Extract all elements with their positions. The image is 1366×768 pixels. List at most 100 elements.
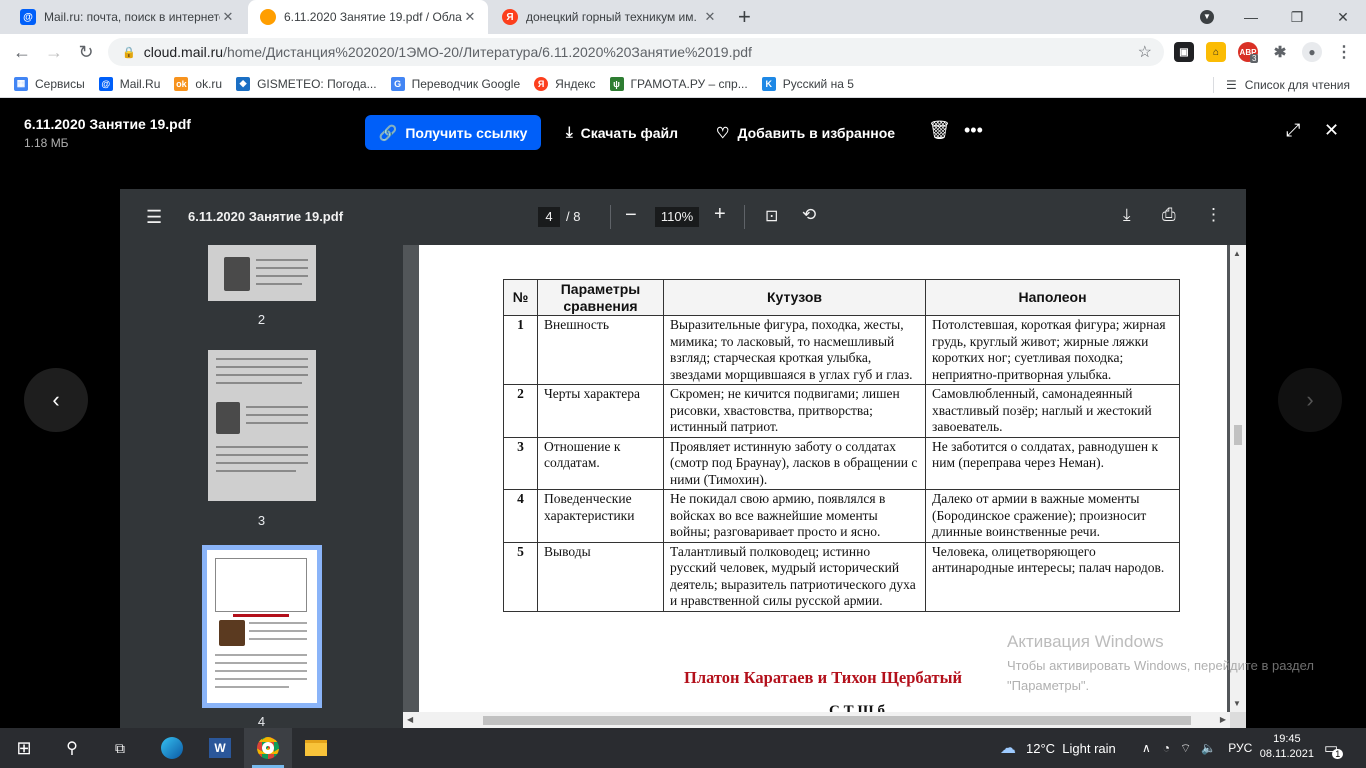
bookmark-gismeteo[interactable]: ◆ GISMETEO: Погода... — [236, 76, 377, 91]
link-icon: 🔗 — [378, 124, 398, 142]
delete-button[interactable]: 🗑 — [928, 120, 951, 141]
zoom-input[interactable]: 110% — [655, 207, 699, 227]
search-button[interactable]: ⚲ — [48, 728, 96, 768]
task-view-button[interactable]: ⧉ — [96, 728, 144, 768]
wifi-icon[interactable]: ⌔ — [1180, 741, 1191, 756]
text-line — [216, 358, 308, 360]
bookmark-okru[interactable]: ok ok.ru — [174, 76, 222, 91]
lock-icon: 🔒 — [122, 46, 136, 59]
bookmark-gramota[interactable]: ψ ГРАМОТА.РУ – спр... — [609, 76, 748, 91]
get-link-label: Получить ссылку — [405, 124, 528, 141]
extension-home-icon[interactable]: ⌂ — [1206, 42, 1226, 62]
close-icon[interactable]: ✕ — [462, 9, 478, 25]
napoleon-cell: Далеко от армии в важные моменты (Бороди… — [925, 489, 1180, 543]
download-file-button[interactable]: ⤓ Скачать файл — [566, 124, 678, 141]
restore-button[interactable]: ❐ — [1274, 0, 1320, 34]
zoom-out-button[interactable]: − — [625, 204, 637, 227]
bookmark-services[interactable]: ▦ Сервисы — [14, 76, 85, 91]
next-file-button[interactable]: › — [1278, 368, 1342, 432]
tab-yandex[interactable]: Я донецкий горный техникум им. ✕ — [490, 0, 728, 34]
bookmark-russian5[interactable]: K Русский на 5 — [761, 76, 854, 91]
more-options-button[interactable]: ••• — [964, 120, 983, 141]
text-line — [249, 638, 307, 640]
task-view-icon: ⧉ — [115, 739, 125, 756]
bookmarks-bar: ▦ Сервисы @ Mail.Ru ok ok.ru ◆ GISMETEO: Пог… — [0, 70, 1366, 98]
fullscreen-button[interactable]: ⤢ — [1286, 120, 1300, 141]
scroll-down-icon[interactable]: ▼ — [1233, 699, 1241, 708]
bookmark-star-icon[interactable]: ☆ — [1138, 42, 1152, 62]
back-button[interactable]: ← — [10, 40, 34, 64]
search-icon: ⚲ — [66, 740, 78, 757]
close-icon[interactable]: ✕ — [702, 9, 718, 25]
tab-mailru[interactable]: @ Mail.ru: почта, поиск в интернете ✕ — [8, 0, 246, 34]
zoom-in-button[interactable]: + — [714, 203, 726, 226]
taskbar-edge[interactable] — [148, 728, 196, 768]
close-viewer-button[interactable]: ✕ — [1324, 120, 1339, 141]
new-tab-button[interactable]: + — [738, 4, 751, 30]
bookmark-yandex[interactable]: Я Яндекс — [534, 76, 596, 91]
language-indicator[interactable]: РУС — [1228, 741, 1252, 755]
portrait-image — [224, 257, 250, 291]
horizontal-scrollbar[interactable]: ◀ ▶ — [403, 712, 1230, 728]
bookmark-label: Переводчик Google — [411, 76, 521, 91]
network-icon[interactable]: ◔ — [1163, 741, 1170, 755]
get-link-button[interactable]: 🔗 Получить ссылку — [365, 115, 541, 150]
close-icon[interactable]: ✕ — [220, 9, 236, 25]
kutuzov-cell: Выразительные фигура, походка, жесты, ми… — [663, 315, 926, 385]
menu-icon[interactable]: ☰ — [146, 207, 162, 228]
text-line — [216, 470, 296, 472]
start-button[interactable]: ⊞ — [0, 728, 48, 768]
thumbnail-page-3[interactable] — [208, 350, 316, 501]
page-number-input[interactable]: 4 — [538, 207, 560, 227]
tray-icons: ∧ ◔ ⌔ 🔈 РУС — [1142, 728, 1252, 768]
fit-page-icon[interactable]: ⊡ — [765, 206, 778, 226]
scroll-up-icon[interactable]: ▲ — [1233, 249, 1241, 258]
table-row: 1 Внешность Выразительные фигура, походк… — [503, 315, 1180, 385]
table-row: 5 Выводы Талантливый полководец; истинно… — [503, 541, 1180, 612]
bookmark-mailru[interactable]: @ Mail.Ru — [98, 76, 160, 91]
taskbar-word[interactable]: W — [196, 728, 244, 768]
thumbnail-page-4[interactable] — [202, 545, 322, 708]
tab-search-button[interactable]: ▼ — [1184, 0, 1230, 34]
print-icon[interactable]: ⎙ — [1162, 205, 1176, 225]
heart-icon: ♡ — [716, 125, 730, 142]
close-window-button[interactable]: ✕ — [1320, 0, 1366, 34]
minimize-button[interactable]: — — [1228, 0, 1274, 34]
chevron-up-icon[interactable]: ∧ — [1142, 741, 1151, 755]
favorite-label: Добавить в избранное — [737, 125, 896, 141]
thumbnail-page-2[interactable] — [208, 245, 316, 301]
text-line — [216, 382, 302, 384]
pdf-download-icon[interactable]: ⤓ — [1123, 205, 1131, 225]
system-clock[interactable]: 19:45 08.11.2021 — [1260, 732, 1314, 762]
file-info: 6.11.2020 Занятие 19.pdf 1.18 МБ — [24, 116, 191, 150]
taskbar-explorer[interactable] — [292, 728, 340, 768]
taskbar-chrome[interactable] — [244, 728, 292, 768]
tab-cloud-pdf[interactable]: 6.11.2020 Занятие 19.pdf / Облако ✕ — [248, 0, 488, 34]
forward-button[interactable]: → — [42, 40, 66, 64]
text-line — [216, 366, 308, 368]
scroll-right-icon[interactable]: ▶ — [1220, 715, 1226, 724]
extensions-puzzle-icon[interactable]: ✱ — [1270, 42, 1290, 62]
chrome-menu-icon[interactable]: ⋮ — [1334, 42, 1354, 62]
scroll-left-icon[interactable]: ◀ — [407, 715, 413, 724]
vertical-scroll-thumb[interactable] — [1234, 425, 1242, 445]
address-bar[interactable]: 🔒 cloud.mail.ru/home/Дистанция%202020/1Э… — [108, 38, 1164, 66]
extension-icon[interactable]: ▣ — [1174, 42, 1194, 62]
reload-button[interactable]: ↻ — [74, 40, 98, 64]
column-header: Наполеон — [925, 279, 1180, 316]
horizontal-scroll-thumb[interactable] — [483, 716, 1191, 725]
reading-list-button[interactable]: ☰ Список для чтения — [1213, 77, 1350, 93]
prev-file-button[interactable]: ‹ — [24, 368, 88, 432]
profile-avatar-icon[interactable]: ● — [1302, 42, 1322, 62]
bookmark-google-translate[interactable]: G Переводчик Google — [390, 76, 521, 91]
edge-icon — [161, 737, 183, 759]
weather-widget[interactable]: ☁ 12°C Light rain — [1000, 728, 1116, 768]
mailru-icon: @ — [20, 9, 36, 25]
tab-title: 6.11.2020 Занятие 19.pdf / Облако — [284, 10, 462, 24]
volume-icon[interactable]: 🔈 — [1201, 741, 1216, 755]
napoleon-cell: Человека, олицетворяющего антинародные и… — [925, 541, 1180, 612]
notifications-button[interactable]: ▭ 1 — [1324, 728, 1349, 768]
rotate-icon[interactable]: ⟲ — [802, 205, 816, 225]
more-vert-icon[interactable]: ⋮ — [1205, 205, 1222, 225]
add-favorite-button[interactable]: ♡ Добавить в избранное — [716, 124, 895, 142]
